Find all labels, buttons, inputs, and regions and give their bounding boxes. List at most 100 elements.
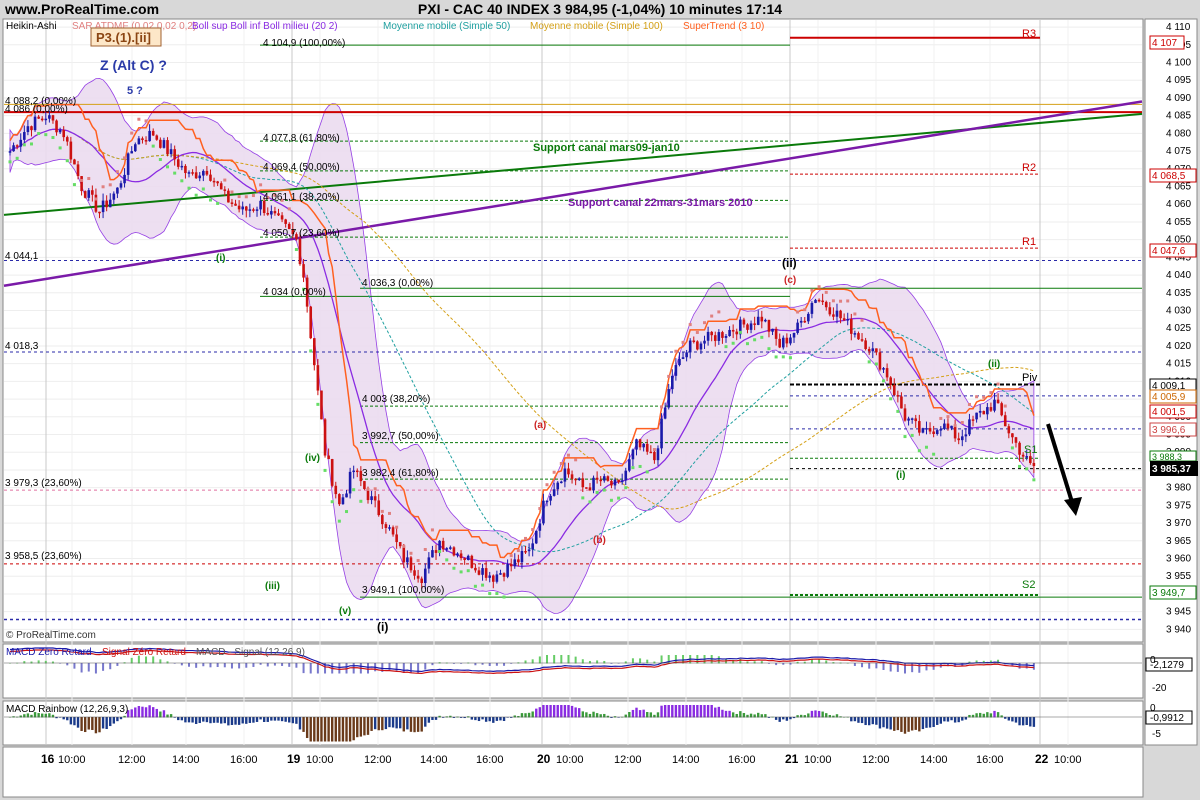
fib-label: 4 050,7 (23,60%) [263, 228, 340, 239]
rainbow-bar [814, 710, 817, 718]
sar-dot [1018, 464, 1022, 468]
rainbow-bar [939, 717, 942, 724]
macd-bar [259, 663, 262, 665]
macd-bar [538, 656, 541, 664]
rainbow-bar [180, 717, 184, 721]
candle-body [23, 132, 26, 140]
candle-body [735, 331, 739, 335]
wave-ii2: (ii) [988, 359, 1000, 370]
candle-body [950, 425, 953, 429]
rainbow-tick-5: -5 [1152, 729, 1161, 740]
macd-bar [495, 663, 498, 666]
rainbow-bar [184, 717, 187, 723]
candle-body [721, 332, 724, 338]
rainbow-bar [549, 705, 552, 718]
rainbow-bar [377, 717, 380, 731]
rainbow-bar [663, 705, 667, 718]
candle-body [202, 170, 205, 176]
rainbow-bar [893, 717, 896, 731]
rainbow-bar [950, 717, 953, 721]
sar-dot [545, 483, 549, 487]
sar-dot [796, 310, 800, 314]
rainbow-bar [921, 717, 925, 730]
sar-dot [638, 464, 642, 468]
candle-body [968, 419, 971, 435]
sar-dot [452, 566, 456, 570]
sar-dot [538, 507, 542, 511]
candle-body [98, 211, 101, 214]
candle-body [971, 419, 975, 421]
candle-body [1014, 437, 1018, 443]
macd-bar [853, 663, 856, 666]
x-tick-label: 10:00 [58, 754, 86, 766]
y-tick-label: 4 110 [1166, 22, 1191, 33]
rainbow-bar [1032, 717, 1036, 727]
candle-body [298, 238, 302, 265]
candle-body [205, 170, 209, 175]
sar-dot [574, 458, 578, 462]
sar-dot [151, 144, 155, 148]
price-badge: 4 047,6 [1152, 246, 1186, 257]
candle-body [55, 120, 58, 133]
x-tick-label: 14:00 [672, 754, 700, 766]
sar-dot [581, 496, 585, 500]
rainbow-bar [570, 705, 574, 718]
candle-body [910, 418, 914, 420]
rainbow-bar [857, 717, 860, 723]
rainbow-bar [220, 717, 223, 724]
pivot-r1: R1 [1022, 236, 1036, 248]
sar-dot [839, 299, 843, 303]
rainbow-bar [585, 712, 588, 718]
y-tick-label: 4 025 [1166, 323, 1191, 334]
sar-dot [810, 288, 814, 292]
candle-body [903, 408, 907, 421]
sar-dot [316, 402, 320, 406]
rainbow-bar [91, 717, 94, 730]
rainbow-bar [957, 717, 960, 723]
sar-dot [738, 330, 742, 334]
sar-dot [767, 347, 771, 351]
rainbow-bar [134, 707, 137, 718]
candle-body [742, 319, 746, 325]
rainbow-bar [402, 717, 405, 732]
candle-body [80, 176, 83, 192]
candle-body [864, 340, 867, 350]
candle-body [882, 368, 885, 370]
rainbow-bar [810, 710, 814, 718]
fib-label: 4 034 (0,00%) [263, 287, 326, 298]
rainbow-bar [144, 707, 148, 718]
rainbow-bar [406, 717, 409, 730]
candle-body [613, 479, 617, 486]
rainbow-bar [237, 717, 241, 725]
rainbow-bar [592, 711, 595, 718]
macd-bar [195, 663, 198, 668]
candle-body [259, 200, 262, 210]
rainbow-bar [255, 717, 259, 722]
candle-body [764, 319, 767, 322]
sar-dot [624, 486, 628, 490]
rainbow-bar [1007, 717, 1011, 721]
x-tick-label: 20 [537, 752, 551, 766]
price-badge: 4 001,5 [1152, 407, 1186, 418]
candle-body [653, 451, 656, 461]
macd-bar [1025, 663, 1028, 669]
sar-dot [108, 183, 112, 187]
sar-dot [788, 356, 792, 360]
candle-body [445, 548, 449, 550]
macd-tick-0: 0 [1150, 655, 1156, 666]
sar-dot [495, 592, 499, 596]
sar-dot [903, 435, 907, 439]
rainbow-bar [277, 717, 280, 721]
candle-body [796, 322, 799, 333]
sar-dot [1010, 446, 1014, 450]
candle-body [728, 329, 731, 337]
candle-body [778, 338, 781, 348]
candle-body [982, 411, 986, 415]
macd-bar [553, 655, 556, 664]
sar-dot [681, 340, 685, 344]
y-tick-label: 4 090 [1166, 93, 1191, 104]
rainbow-bar [681, 705, 685, 718]
candle-body [83, 191, 87, 198]
sar-dot [330, 500, 334, 504]
rainbow-bar [399, 717, 402, 729]
